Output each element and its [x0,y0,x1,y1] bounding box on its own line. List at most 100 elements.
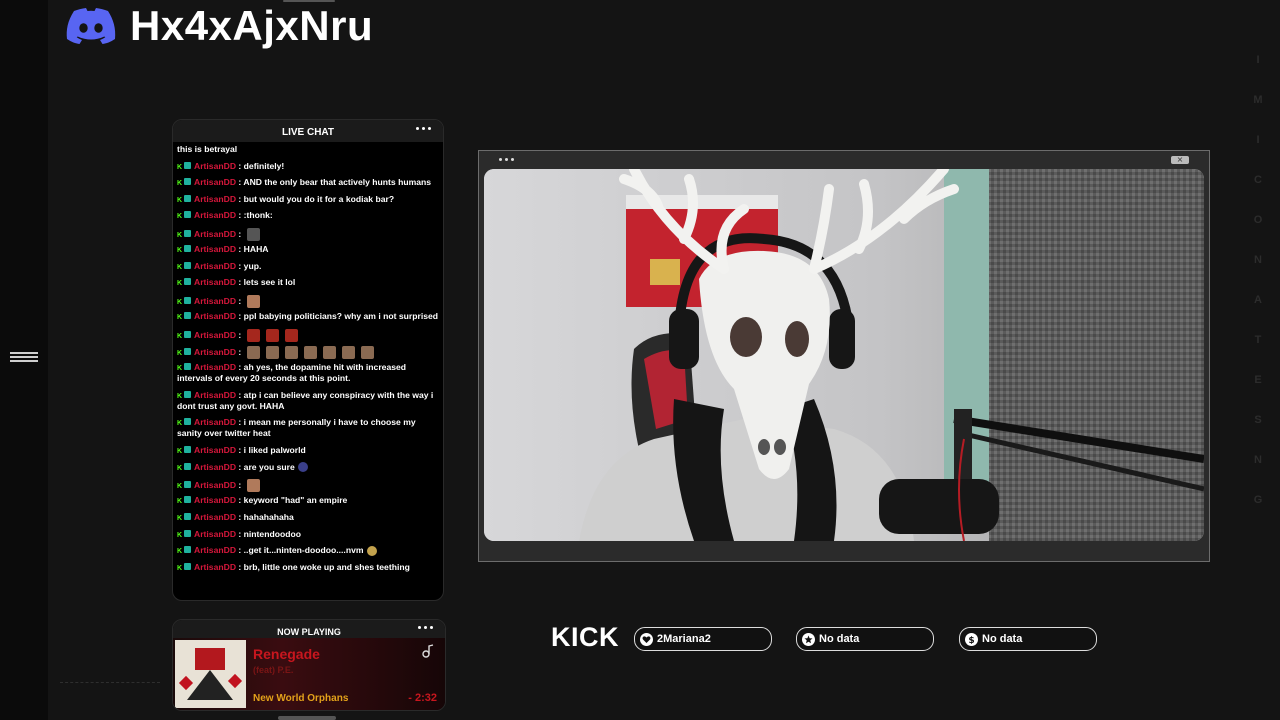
chat-message-text: HAHA [243,244,269,255]
chat-emote-icon [246,329,260,343]
kick-badge-icon: K [177,163,183,171]
chat-message-text: AND the only bear that actively hunts hu… [243,177,432,188]
now-playing-scrollbar[interactable] [278,716,336,720]
chat-separator: : [236,495,244,506]
chat-message: K ArtisanDD : nintendoodoo [177,529,439,540]
more-dots-icon[interactable] [418,626,433,629]
chat-username[interactable]: ArtisanDD [194,362,236,372]
chat-username[interactable]: ArtisanDD [194,210,236,220]
chat-message: K ArtisanDD : are you sure [177,462,439,473]
chat-username[interactable]: ArtisanDD [194,194,236,204]
edge-letter: M [1253,94,1263,106]
edge-letter: C [1254,174,1262,186]
more-dots-icon[interactable] [416,127,431,130]
chat-message: K ArtisanDD : HAHA [177,244,439,255]
now-playing-title: NOW PLAYING [277,627,341,637]
chat-message: K ArtisanDD : [177,328,439,343]
chat-message-list[interactable]: this is betrayal K ArtisanDD : definitely!… [173,142,443,580]
kick-badge-icon: K [177,464,183,472]
chat-message-text: definitely! [243,160,285,171]
chat-separator: : [236,417,244,428]
close-icon[interactable]: × [1171,156,1189,164]
chat-emote-icon [284,346,298,360]
chat-message: K ArtisanDD : definitely! [177,161,439,172]
chat-username[interactable]: ArtisanDD [194,177,236,187]
chat-separator: : [236,347,244,358]
chat-emote-icon [284,329,298,343]
kick-badge-icon: K [177,448,183,456]
subscriber-badge-icon [184,462,191,470]
chat-emote-icon [246,228,260,242]
kick-badge-icon: K [177,298,183,306]
social-pill-subscriber: No data [796,627,934,651]
chat-message: K ArtisanDD : ..get it...ninten-doodoo...… [177,545,439,556]
chat-username[interactable]: ArtisanDD [194,229,236,239]
chat-message-text: nintendoodoo [243,528,301,539]
kick-logo: KICK [551,622,619,652]
chat-username[interactable]: ArtisanDD [194,495,236,505]
subscriber-badge-icon [184,529,191,537]
chat-message: K ArtisanDD : ah yes, the dopamine hit wi… [177,362,439,384]
now-playing-body: Renegade (feat) P.E. New World Orphans -… [173,638,445,710]
chat-username[interactable]: ArtisanDD [194,244,236,254]
subscriber-badge-icon [184,211,191,219]
subscriber-badge-icon [184,446,191,454]
menu-icon[interactable] [10,352,38,364]
subscriber-badge-icon [184,363,191,371]
subscriber-badge-icon [184,348,191,356]
chat-message-text: are you sure [243,461,295,472]
chat-username[interactable]: ArtisanDD [194,311,236,321]
chat-header: LIVE CHAT [173,120,443,142]
chat-emote-icon [246,295,260,309]
subscriber-badge-icon [184,296,191,304]
edge-letter: A [1254,294,1262,306]
chat-username[interactable]: ArtisanDD [194,545,236,555]
subscriber-badge-icon [184,513,191,521]
track-title: Renegade [253,646,320,662]
subscriber-badge-icon [184,390,191,398]
subscriber-badge-icon [184,194,191,202]
chat-separator: : [236,528,244,539]
kick-badge-icon: K [177,564,183,572]
album-art [175,640,246,708]
chat-separator: : [236,545,244,556]
chat-username[interactable]: ArtisanDD [194,462,236,472]
chat-username[interactable]: ArtisanDD [194,417,236,427]
music-note-icon [422,644,434,658]
kick-badge-icon: K [177,280,183,288]
chat-message: K ArtisanDD : yup. [177,261,439,272]
webcam-titlebar: × [479,151,1209,169]
kick-badge-icon: K [177,350,183,358]
chat-emote-icon [265,346,279,360]
edge-letter: N [1254,254,1262,266]
chat-separator: : [236,210,244,221]
kick-badge-icon: K [177,515,183,523]
chat-username[interactable]: ArtisanDD [194,529,236,539]
more-dots-icon[interactable] [499,158,514,161]
subscriber-badge-icon [184,562,191,570]
chat-message-text: keyword "had" an empire [243,495,348,506]
chat-username[interactable]: ArtisanDD [194,512,236,522]
chat-username[interactable]: ArtisanDD [194,562,236,572]
chat-title: LIVE CHAT [281,127,335,138]
chat-separator: : [236,160,244,171]
chat-username[interactable]: ArtisanDD [194,261,236,271]
chat-username[interactable]: ArtisanDD [194,445,236,455]
chat-message: K ArtisanDD : lets see it lol [177,277,439,288]
subscriber-badge-icon [184,261,191,269]
chat-username[interactable]: ArtisanDD [194,161,236,171]
chat-username[interactable]: ArtisanDD [194,296,236,306]
chat-username[interactable]: ArtisanDD [194,480,236,490]
chat-username[interactable]: ArtisanDD [194,347,236,357]
chat-message: K ArtisanDD : [177,345,439,360]
chat-username[interactable]: ArtisanDD [194,390,236,400]
discord-logo-icon [66,8,116,44]
chat-message: K ArtisanDD : i mean me personally i have… [177,417,439,439]
chat-emote-icon [322,346,336,360]
edge-letter: I [1256,54,1260,66]
chat-username[interactable]: ArtisanDD [194,330,236,340]
chat-emote-icon [366,546,377,556]
kick-badge-icon: K [177,231,183,239]
chat-username[interactable]: ArtisanDD [194,277,236,287]
chat-separator: : [236,277,244,288]
